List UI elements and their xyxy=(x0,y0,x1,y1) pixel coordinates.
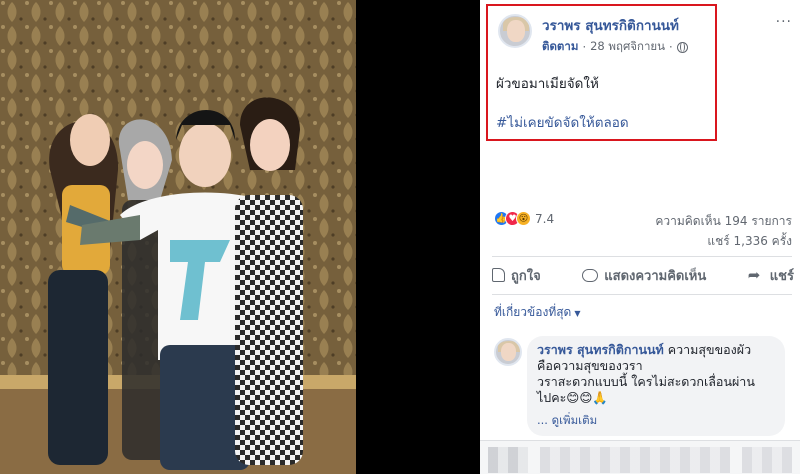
avatar-face xyxy=(501,343,516,361)
meta-separator: · xyxy=(669,40,673,54)
wow-reaction-icon: 😮 xyxy=(516,211,531,226)
comment-label: แสดงความคิดเห็น xyxy=(604,268,707,284)
comment-sort-dropdown[interactable]: ที่เกี่ยวข้องที่สุด ▼ xyxy=(494,303,581,322)
shares-count[interactable]: แชร์ 1,336 ครั้ง xyxy=(707,232,792,251)
comment-sort-label: ที่เกี่ยวข้องที่สุด xyxy=(494,305,572,319)
follow-button[interactable]: ติดตาม xyxy=(542,38,578,56)
action-bar: ถูกใจ แสดงความคิดเห็น ➦ แชร์ xyxy=(492,260,794,290)
comment-body: วราพร สุนทรกิติกานนท์ ความสุขของผัว คือค… xyxy=(537,342,775,406)
pixelated-input xyxy=(540,447,730,473)
meta-separator: · xyxy=(582,40,587,54)
comment-line: ไปคะ😊😊🙏 xyxy=(537,390,608,405)
like-label: ถูกใจ xyxy=(511,268,541,284)
see-more-link[interactable]: ... ดูเพิ่มเติม xyxy=(537,412,597,430)
share-label: แชร์ xyxy=(769,268,794,284)
comments-count[interactable]: ความคิดเห็น 194 รายการ xyxy=(655,212,792,231)
comment: วราพร สุนทรกิติกานนท์ ความสุขของผัว คือค… xyxy=(527,336,785,436)
post-panel: วราพร สุนทรกิติกานนท์ ติดตาม · 28 พฤศจิก… xyxy=(480,0,800,474)
comment-line: ความสุขของผัว xyxy=(667,342,752,357)
post-date[interactable]: 28 พฤศจิกายน xyxy=(590,38,665,56)
comment-line: คือความสุขของวรา xyxy=(537,358,643,373)
reactions-summary[interactable]: 👍 ♥ 😮 7.4 xyxy=(494,211,554,226)
post-photo[interactable] xyxy=(0,0,356,474)
divider xyxy=(492,294,792,295)
comment-icon xyxy=(582,268,599,282)
more-options-button[interactable]: ··· xyxy=(776,14,792,30)
post-author-name[interactable]: วราพร สุนทรกิติกานนท์ xyxy=(542,14,679,36)
caret-down-icon: ▼ xyxy=(574,309,581,318)
share-arrow-icon: ➦ xyxy=(747,266,761,284)
photo-pane xyxy=(0,0,480,474)
thumbs-up-icon xyxy=(492,268,505,282)
comment-line: วราสะดวกแบบนี้ ใครไม่สะดวกเลื่อนผ่าน xyxy=(537,374,755,389)
photo-illustration xyxy=(0,0,356,474)
pixelated-avatar xyxy=(488,447,528,473)
pixelated-icons xyxy=(742,447,792,473)
post-text: ผัวขอมาเมียจัดให้ xyxy=(496,76,599,92)
globe-icon xyxy=(676,41,688,53)
commenter-avatar[interactable] xyxy=(494,338,522,366)
comment-button[interactable]: แสดงความคิดเห็น xyxy=(582,265,706,286)
facebook-photo-viewer: วราพร สุนทรกิติกานนท์ ติดตาม · 28 พฤศจิก… xyxy=(0,0,800,474)
share-button[interactable]: ➦ แชร์ xyxy=(748,265,794,286)
like-button[interactable]: ถูกใจ xyxy=(492,265,541,286)
reactions-count: 7.4 xyxy=(535,211,555,226)
avatar-face xyxy=(507,20,525,42)
divider xyxy=(492,256,792,257)
author-avatar[interactable] xyxy=(498,14,532,48)
post-meta: ติดตาม · 28 พฤศจิกายน · xyxy=(542,38,688,56)
comment-author[interactable]: วราพร สุนทรกิติกานนท์ xyxy=(537,342,664,357)
hashtag-link[interactable]: #ไม่เคยขัดจัดให้ตลอด xyxy=(496,111,629,133)
comment-input-area[interactable] xyxy=(480,440,800,474)
